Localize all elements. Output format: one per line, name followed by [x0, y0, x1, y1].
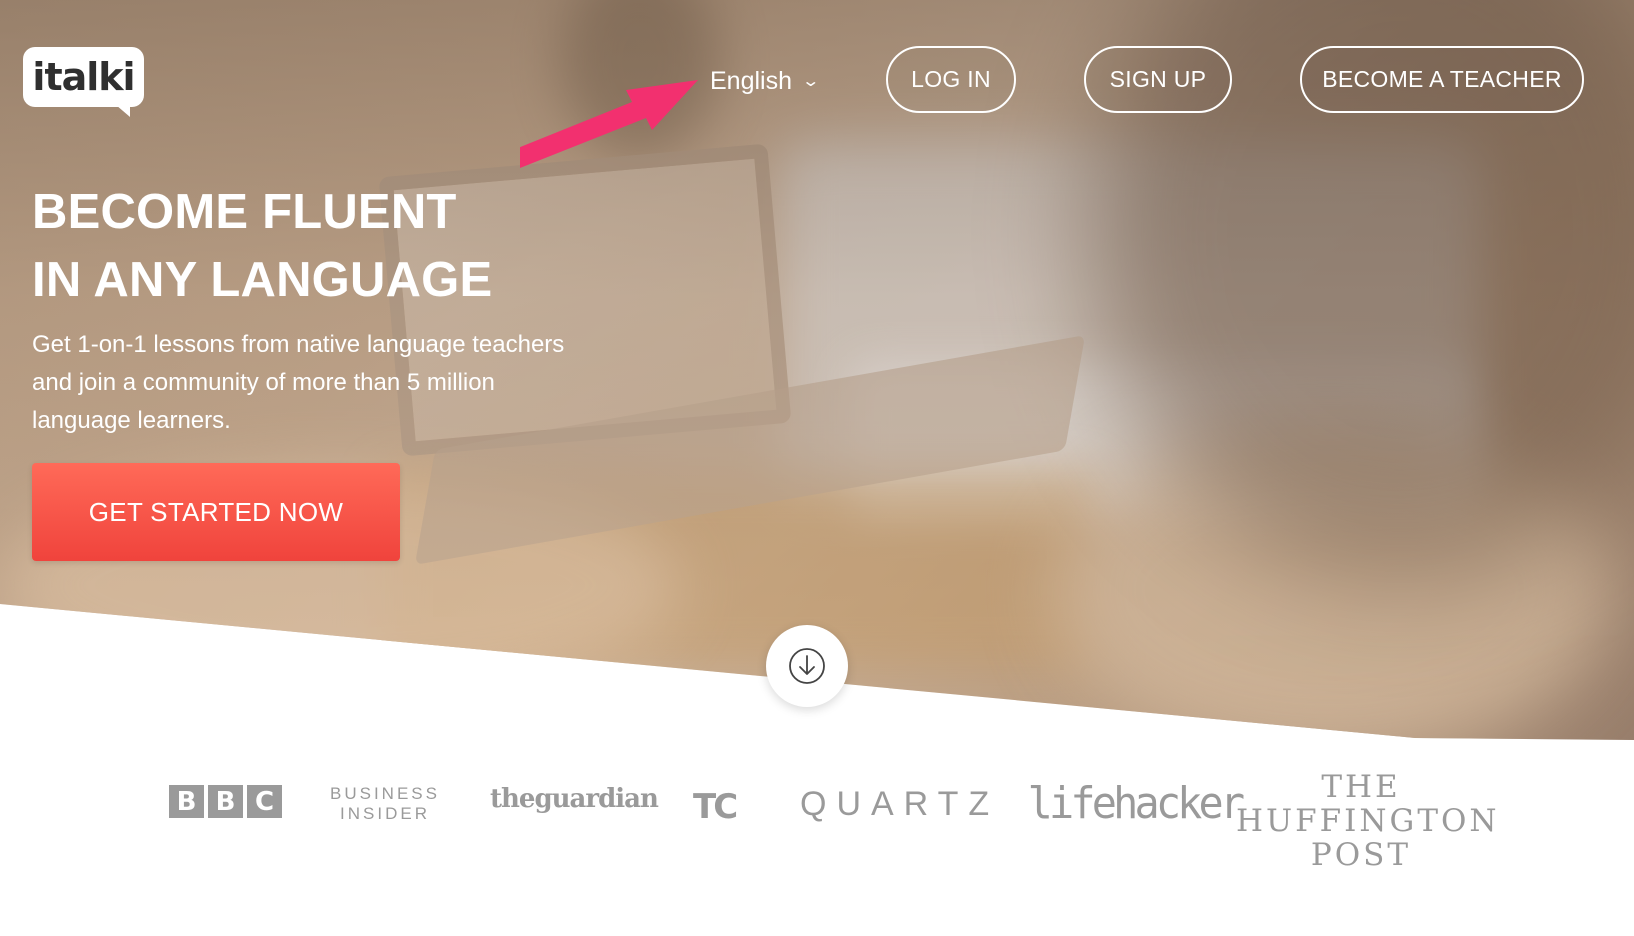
become-teacher-button[interactable]: BECOME A TEACHER: [1300, 46, 1584, 113]
huffpost-line-1: THE: [1321, 769, 1401, 805]
guardian-logo: theguardian: [490, 784, 659, 814]
login-button[interactable]: LOG IN: [886, 46, 1016, 113]
language-selector[interactable]: English ⌄: [710, 64, 821, 98]
subtext-line-1: Get 1-on-1 lessons from native language …: [32, 331, 565, 358]
business-insider-logo: BUSINESS INSIDER: [330, 784, 440, 824]
bi-line-2: INSIDER: [340, 804, 430, 823]
subtext-line-2: and join a community of more than 5 mill…: [32, 369, 495, 396]
chevron-down-icon: ⌄: [801, 73, 821, 90]
get-started-button[interactable]: GET STARTED NOW: [32, 463, 400, 561]
language-label: English: [710, 66, 792, 95]
hero-subtext: Get 1-on-1 lessons from native language …: [32, 326, 632, 440]
logo-text: italki: [32, 55, 135, 99]
huffpost-line-2: HUFFINGTON: [1236, 803, 1500, 839]
bbc-letter: B: [208, 785, 243, 818]
huffpost-line-3: POST: [1310, 837, 1412, 873]
techcrunch-logo: TC: [693, 787, 738, 827]
hero-headline: BECOME FLUENT IN ANY LANGUAGE: [32, 178, 732, 314]
signup-button[interactable]: SIGN UP: [1084, 46, 1232, 113]
scroll-down-button[interactable]: [766, 625, 848, 707]
bbc-logo: B B C: [169, 785, 282, 818]
bi-line-1: BUSINESS: [330, 784, 440, 803]
subtext-line-3: language learners.: [32, 407, 231, 434]
headline-line-2: IN ANY LANGUAGE: [32, 253, 493, 307]
headline-line-1: BECOME FLUENT: [32, 185, 457, 239]
bbc-letter: C: [247, 785, 282, 818]
lifehacker-logo: lifehacker: [1027, 778, 1245, 829]
arrow-down-circle-icon: [789, 648, 825, 684]
italki-logo[interactable]: italki: [23, 47, 144, 117]
quartz-logo: QUARTZ: [800, 785, 1000, 823]
annotation-arrow-icon: [520, 80, 698, 168]
press-logos: B B C BUSINESS INSIDER theguardian TC QU…: [0, 760, 1634, 900]
huffington-post-logo: THE HUFFINGTON POST: [1236, 769, 1500, 873]
bbc-letter: B: [169, 785, 204, 818]
